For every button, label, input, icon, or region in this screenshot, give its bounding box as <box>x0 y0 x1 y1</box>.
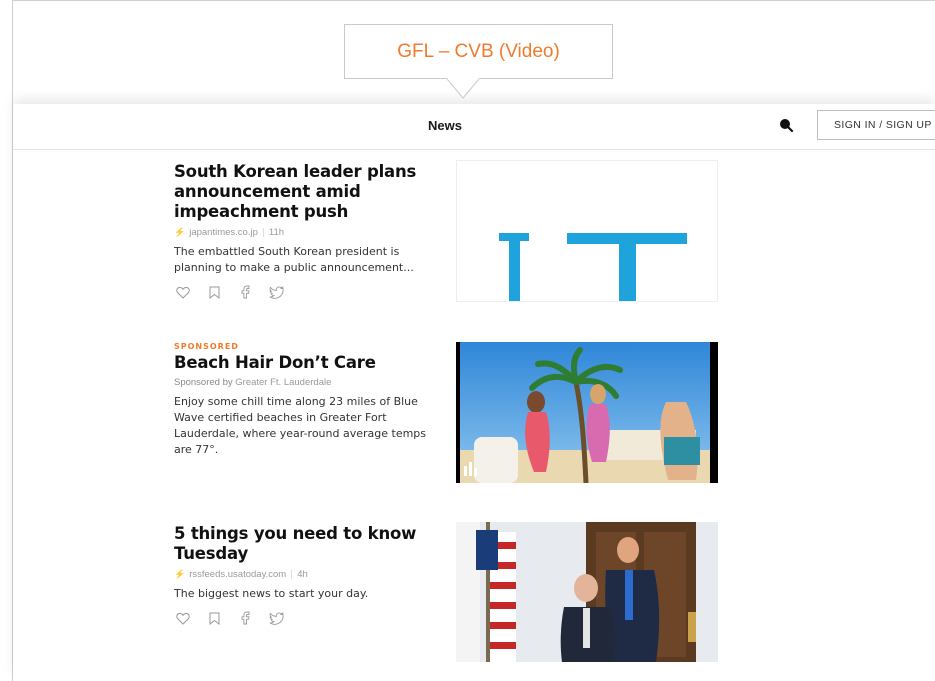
article-age: 11h <box>268 227 285 238</box>
article-source[interactable]: japantimes.co.jp <box>189 227 258 238</box>
article-actions <box>174 610 444 626</box>
article-summary: Enjoy some chill time along 23 miles of … <box>174 395 427 456</box>
article-source-row: ⚡ japantimes.co.jp 11h <box>174 227 444 238</box>
heart-icon <box>176 286 190 299</box>
article-source-row: ⚡ rssfeeds.usatoday.com 4h <box>174 569 444 580</box>
article-headline[interactable]: South Korean leader plans announcement a… <box>174 162 444 222</box>
article-thumbnail[interactable] <box>456 522 718 662</box>
callout-label: GFL – CVB (Video) <box>397 40 560 62</box>
twitter-share-button[interactable] <box>267 284 285 300</box>
browser-screenshot: News SIGN IN / SIGN UP South Korean lead… <box>13 104 935 681</box>
twitter-icon <box>269 285 284 299</box>
sponsor-prefix: Sponsored by <box>174 377 233 388</box>
twitter-share-button[interactable] <box>267 610 285 626</box>
heart-icon <box>176 612 190 625</box>
sponsored-badge: SPONSORED <box>174 342 239 351</box>
sign-in-button[interactable]: SIGN IN / SIGN UP <box>817 110 935 140</box>
facebook-icon <box>241 285 250 299</box>
bookmark-button[interactable] <box>205 610 223 626</box>
sponsored-video-thumbnail[interactable] <box>456 342 718 483</box>
callout-box: GFL – CVB (Video) <box>344 24 613 79</box>
search-icon <box>780 119 794 133</box>
news-article: South Korean leader plans announcement a… <box>174 162 444 300</box>
article-headline[interactable]: Beach Hair Don’t Care <box>174 353 444 373</box>
lightning-icon: ⚡ <box>174 227 186 237</box>
beach-video-image <box>456 342 718 483</box>
divider <box>262 228 264 237</box>
bookmark-button[interactable] <box>205 284 223 300</box>
sponsor-line: Sponsored by Greater Ft. Lauderdale <box>174 377 444 388</box>
article-headline[interactable]: 5 things you need to know Tuesday <box>174 524 444 564</box>
like-button[interactable] <box>174 610 192 626</box>
article-age: 4h <box>297 569 308 580</box>
publisher-logo-image <box>499 233 687 301</box>
bookmark-icon <box>209 286 219 299</box>
top-navigation-bar: News SIGN IN / SIGN UP <box>13 104 935 150</box>
article-source[interactable]: rssfeeds.usatoday.com <box>189 569 286 580</box>
facebook-icon <box>241 611 250 625</box>
article-summary: The embattled South Korean president is … <box>174 245 414 274</box>
page-title: News <box>428 118 462 133</box>
news-photo-image <box>456 522 718 662</box>
like-button[interactable] <box>174 284 192 300</box>
article-summary: The biggest news to start your day. <box>174 587 369 600</box>
news-article: 5 things you need to know Tuesday ⚡ rssf… <box>174 524 444 626</box>
lightning-icon: ⚡ <box>174 569 186 579</box>
twitter-icon <box>269 611 284 625</box>
sponsor-name[interactable]: Greater Ft. Lauderdale <box>235 377 331 388</box>
search-button[interactable] <box>777 116 797 136</box>
article-thumbnail[interactable] <box>456 160 718 302</box>
bookmark-icon <box>209 612 219 625</box>
divider <box>291 570 293 579</box>
article-actions <box>174 284 444 300</box>
facebook-share-button[interactable] <box>236 284 254 300</box>
sponsored-article: SPONSORED Beach Hair Don’t Care Sponsore… <box>174 342 444 458</box>
facebook-share-button[interactable] <box>236 610 254 626</box>
